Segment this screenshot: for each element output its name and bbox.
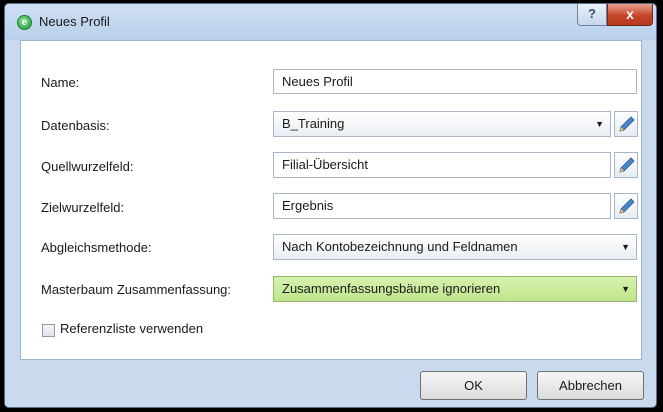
button-bar: OK Abbrechen [5,361,656,407]
abgleichsmethode-value: Nach Kontobezeichnung und Feldnamen [282,239,518,254]
form-panel: Name: Neues Profil Datenbasis: B_Trainin… [20,40,642,360]
datenbasis-label: Datenbasis: [41,118,110,133]
screen-background: e Neues Profil ? x Name: Neues Profil Da… [0,0,663,412]
zielwurzelfeld-input[interactable]: Ergebnis [273,193,611,219]
app-icon: e [17,15,32,30]
abgleichsmethode-select[interactable]: Nach Kontobezeichnung und Feldnamen ▼ [273,234,637,260]
pencil-icon [619,157,635,173]
abgleichsmethode-label: Abgleichsmethode: [41,240,152,255]
zielwurzelfeld-edit-button[interactable] [614,193,638,219]
datenbasis-value: B_Training [282,116,345,131]
pencil-icon [619,116,635,132]
title-bar: e Neues Profil ? x [5,4,656,40]
chevron-down-icon: ▼ [621,242,630,252]
close-button[interactable]: x [607,4,653,26]
referenzliste-label[interactable]: Referenzliste verwenden [60,321,203,336]
help-button[interactable]: ? [577,4,607,26]
quellwurzelfeld-input[interactable]: Filial-Übersicht [273,152,611,178]
masterbaum-label: Masterbaum Zusammenfassung: [41,282,232,297]
masterbaum-select[interactable]: Zusammenfassungsbäume ignorieren ▼ [273,276,637,302]
referenzliste-checkbox[interactable] [42,324,55,337]
name-input[interactable]: Neues Profil [273,69,637,94]
dialog-window: e Neues Profil ? x Name: Neues Profil Da… [4,3,657,408]
chevron-down-icon: ▼ [621,284,630,294]
quellwurzelfeld-label: Quellwurzelfeld: [41,159,134,174]
quellwurzelfeld-edit-button[interactable] [614,152,638,178]
datenbasis-select[interactable]: B_Training ▼ [273,111,611,137]
ok-button[interactable]: OK [420,371,527,400]
zielwurzelfeld-label: Zielwurzelfeld: [41,200,125,215]
window-title: Neues Profil [39,14,110,29]
datenbasis-edit-button[interactable] [614,111,638,137]
name-label: Name: [41,75,80,90]
chevron-down-icon: ▼ [595,119,604,129]
masterbaum-value: Zusammenfassungsbäume ignorieren [282,281,501,296]
pencil-icon [619,198,635,214]
cancel-button[interactable]: Abbrechen [537,371,644,400]
